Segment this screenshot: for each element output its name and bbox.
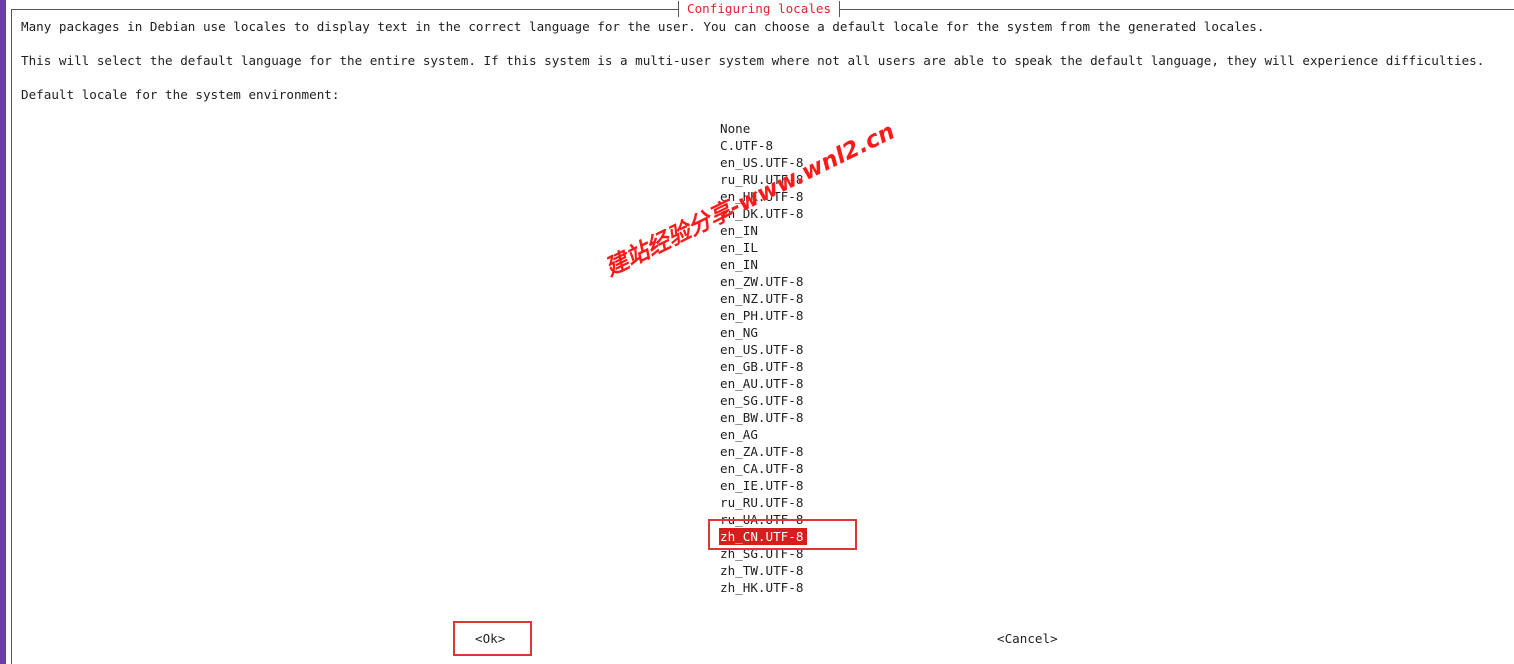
locale-option-label: en_ZW.UTF-8 [720,274,804,289]
locale-option-label: en_PH.UTF-8 [720,308,804,323]
locale-option-label: en_US.UTF-8 [720,155,804,170]
locale-option-label: en_CA.UTF-8 [720,461,804,476]
locale-option-label: en_IN [720,223,758,238]
dialog-title: Configuring locales [678,1,841,17]
locale-option-label: en_US.UTF-8 [720,342,804,357]
description-paragraph-2: This will select the default language fo… [21,53,1485,68]
locale-option-label: en_NZ.UTF-8 [720,291,804,306]
locale-option-label: None [720,121,751,136]
locale-option[interactable]: C.UTF-8 [720,137,807,154]
ok-annotation-box [453,621,532,656]
description-paragraph-1: Many packages in Debian use locales to d… [21,19,1265,34]
locale-option[interactable]: None [720,120,807,137]
locale-option-label: en_IN [720,257,758,272]
locale-option[interactable]: en_US.UTF-8 [720,154,807,171]
locale-option-label: en_NG [720,325,758,340]
locale-option[interactable]: en_NG [720,324,807,341]
locale-option-label: en_ZA.UTF-8 [720,444,804,459]
locale-option-label: en_SG.UTF-8 [720,393,804,408]
locale-option[interactable]: en_PH.UTF-8 [720,307,807,324]
locale-option[interactable]: en_IE.UTF-8 [720,477,807,494]
locale-option[interactable]: en_US.UTF-8 [720,341,807,358]
locale-option-label: en_GB.UTF-8 [720,359,804,374]
locale-option[interactable]: zh_HK.UTF-8 [720,579,807,596]
locale-option[interactable]: en_DK.UTF-8 [720,205,807,222]
locale-option[interactable]: en_CA.UTF-8 [720,460,807,477]
selection-annotation-box [708,519,857,550]
locale-option[interactable]: en_ZW.UTF-8 [720,273,807,290]
locale-option-label: ru_RU.UTF-8 [720,495,804,510]
locale-option-label: zh_HK.UTF-8 [720,580,804,595]
locale-option[interactable]: en_NZ.UTF-8 [720,290,807,307]
locale-option[interactable]: en_IL [720,239,807,256]
locale-option-label: C.UTF-8 [720,138,774,153]
locale-option-label: en_IE.UTF-8 [720,478,804,493]
locale-option[interactable]: en_GB.UTF-8 [720,358,807,375]
locale-option[interactable]: en_SG.UTF-8 [720,392,807,409]
locale-option[interactable]: ru_RU.UTF-8 [720,494,807,511]
locale-option[interactable]: en_AU.UTF-8 [720,375,807,392]
locale-option[interactable]: en_AG [720,426,807,443]
locale-prompt: Default locale for the system environmen… [21,87,340,102]
window-edge-strip [0,0,6,664]
locale-option[interactable]: en_BW.UTF-8 [720,409,807,426]
locale-option-label: en_HK.UTF-8 [720,189,804,204]
locale-option[interactable]: en_IN [720,222,807,239]
locale-option[interactable]: ru_RU.UTF-8 [720,171,807,188]
locale-option-label: en_BW.UTF-8 [720,410,804,425]
locale-option-label: en_AU.UTF-8 [720,376,804,391]
locale-option-label: en_DK.UTF-8 [720,206,804,221]
locale-option-label: en_IL [720,240,758,255]
locale-option-label: ru_RU.UTF-8 [720,172,804,187]
cancel-button[interactable]: <Cancel> [997,630,1058,647]
locale-option[interactable]: zh_TW.UTF-8 [720,562,807,579]
locale-option[interactable]: en_HK.UTF-8 [720,188,807,205]
locale-option-label: en_AG [720,427,758,442]
locale-option[interactable]: en_ZA.UTF-8 [720,443,807,460]
locale-option-label: zh_TW.UTF-8 [720,563,804,578]
locale-option[interactable]: en_IN [720,256,807,273]
